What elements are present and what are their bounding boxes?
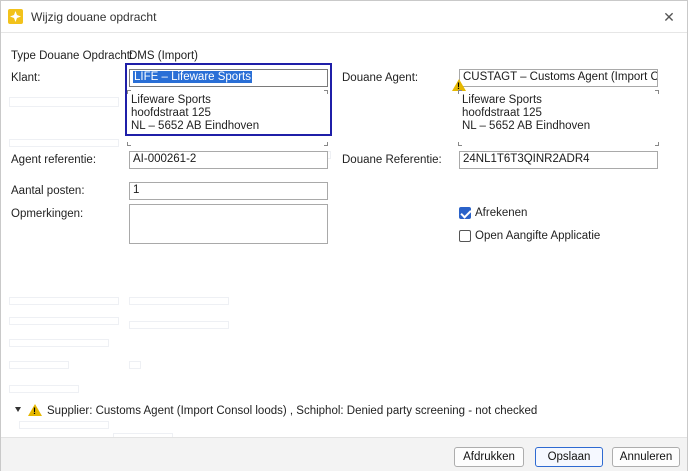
dialog-window: Wijzig douane opdracht ✕ Type Douane Opd… [0,0,688,471]
douane-ref-value: 24NL1T6T3QINR2ADR4 [463,153,590,165]
agent-address-corner-tr [655,90,659,94]
opmerkingen-label: Opmerkingen: [11,208,84,220]
douane-ref-field[interactable]: 24NL1T6T3QINR2ADR4 [459,151,658,169]
open-aangifte-checkbox[interactable] [459,230,471,242]
agent-ref-field[interactable]: AI-000261-2 [129,151,328,169]
agent-ref-label: Agent referentie: [11,154,97,166]
agent-address-city: NL – 5652 AB Eindhoven [462,120,591,132]
posten-value: 1 [133,184,140,196]
agent-address: Lifeware Sports hoofdstraat 125 NL – 565… [462,94,590,133]
agent-ref-value: AI-000261-2 [133,153,197,165]
window-title: Wijzig douane opdracht [31,10,157,24]
opmerkingen-textarea[interactable] [129,204,328,244]
close-icon: ✕ [663,8,675,25]
supplier-warning-icon: ! [28,404,42,416]
agent-address-corner-bl [458,142,462,146]
print-button[interactable]: Afdrukken [454,447,524,467]
title-bar: Wijzig douane opdracht ✕ [1,1,687,33]
agent-label: Douane Agent: [342,72,419,84]
agent-value: CUSTAGT – Customs Agent (Import Consol [463,71,658,83]
app-logo-icon [8,9,23,24]
agent-address-corner-br [655,142,659,146]
klant-address-corner-bl [127,142,131,146]
cancel-button[interactable]: Annuleren [612,447,680,467]
open-aangifte-label: Open Aangifte Applicatie [475,230,601,242]
klant-highlight-frame [125,63,332,136]
close-button[interactable]: ✕ [659,7,679,27]
douane-ref-label: Douane Referentie: [342,154,442,166]
supplier-warning-row: ! Supplier: Customs Agent (Import Consol… [13,403,673,421]
agent-address-name: Lifeware Sports [462,94,542,106]
posten-label: Aantal posten: [11,185,85,197]
type-value: DMS (Import) [129,50,198,62]
posten-field[interactable]: 1 [129,182,328,200]
agent-field[interactable]: CUSTAGT – Customs Agent (Import Consol [459,69,658,87]
afrekenen-label: Afrekenen [475,207,528,219]
afrekenen-checkbox[interactable] [459,207,471,219]
agent-address-street: hoofdstraat 125 [462,107,542,119]
dialog-footer: Afdrukken Opslaan Annuleren [1,437,687,471]
type-label: Type Douane Opdracht: [11,50,134,62]
agent-address-corner-tl [458,90,462,94]
klant-address-corner-br [324,142,328,146]
supplier-warning-text: Supplier: Customs Agent (Import Consol l… [47,405,538,417]
expand-chevron-icon[interactable] [15,407,21,412]
klant-label: Klant: [11,72,41,84]
save-button[interactable]: Opslaan [535,447,603,467]
